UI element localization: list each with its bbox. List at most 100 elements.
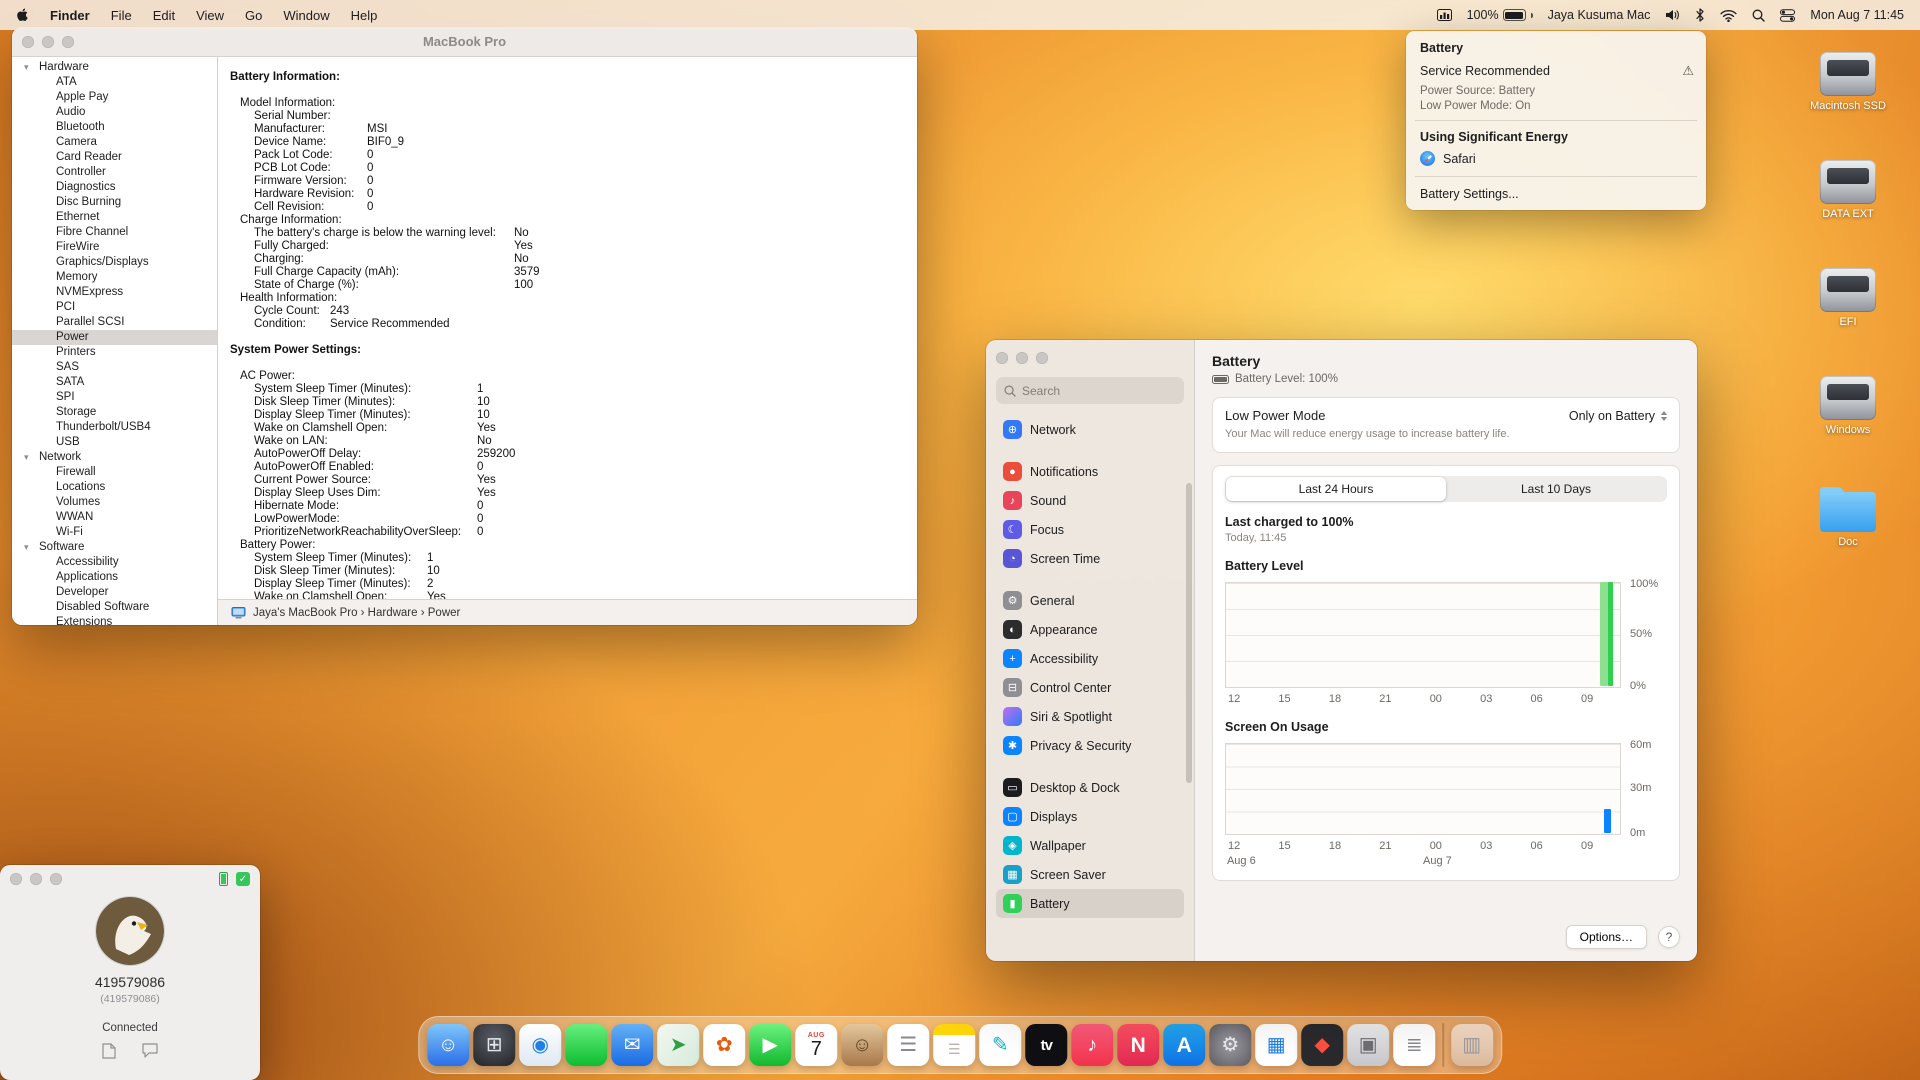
sysinfo-sidebar-item[interactable]: Power	[12, 330, 217, 345]
chat-icon[interactable]	[142, 1043, 158, 1059]
dock-app-icon[interactable]: A	[1163, 1024, 1205, 1066]
dock-app-icon[interactable]: ♪	[1071, 1024, 1113, 1066]
bluetooth-icon[interactable]	[1695, 8, 1705, 22]
settings-sidebar-item[interactable]: ◈ Wallpaper	[996, 831, 1184, 860]
battery-status[interactable]: 100%	[1467, 8, 1533, 22]
sysinfo-sidebar-item[interactable]: ATA	[12, 75, 217, 90]
volume-icon[interactable]	[1665, 9, 1680, 21]
dock-app-icon[interactable]: ☺	[841, 1024, 883, 1066]
sysinfo-sidebar-item[interactable]: Storage	[12, 405, 217, 420]
sysinfo-sidebar-item[interactable]: Volumes	[12, 495, 217, 510]
service-recommended-item[interactable]: Service Recommended ⚠	[1406, 62, 1706, 83]
zoom-button[interactable]	[50, 873, 62, 885]
sysinfo-sidebar-item[interactable]: NVMExpress	[12, 285, 217, 300]
search-icon[interactable]	[1752, 9, 1765, 22]
sysinfo-sidebar-item[interactable]: Audio	[12, 105, 217, 120]
dock-app-icon[interactable]: ▥	[1451, 1024, 1493, 1066]
dock-app-icon[interactable]: ☰	[887, 1024, 929, 1066]
menu-item[interactable]: Edit	[153, 8, 175, 23]
stats-icon[interactable]	[1437, 9, 1452, 21]
wifi-icon[interactable]	[1720, 9, 1737, 22]
menu-item[interactable]: Go	[245, 8, 262, 23]
menu-item[interactable]: Window	[283, 8, 329, 23]
clock[interactable]: Mon Aug 7 11:45	[1810, 8, 1904, 22]
settings-sidebar-item[interactable]: ◐ Appearance	[996, 615, 1184, 644]
sysinfo-sidebar-item[interactable]: Hardware	[12, 60, 217, 75]
dock-app-icon[interactable]: ◆	[1301, 1024, 1343, 1066]
help-button[interactable]: ?	[1658, 926, 1680, 948]
sysinfo-sidebar-item[interactable]: SAS	[12, 360, 217, 375]
sysinfo-sidebar-item[interactable]: Software	[12, 540, 217, 555]
sysinfo-sidebar-item[interactable]: Controller	[12, 165, 217, 180]
sysinfo-sidebar-item[interactable]: Network	[12, 450, 217, 465]
dock-app-icon[interactable]	[565, 1024, 607, 1066]
settings-sidebar-item[interactable]: ▭ Desktop & Dock	[996, 773, 1184, 802]
sysinfo-sidebar-item[interactable]: SATA	[12, 375, 217, 390]
close-button[interactable]	[996, 352, 1008, 364]
window-titlebar[interactable]: ✓	[0, 865, 260, 893]
sysinfo-sidebar-item[interactable]: Accessibility	[12, 555, 217, 570]
close-button[interactable]	[10, 873, 22, 885]
sysinfo-sidebar-item[interactable]: Disabled Software	[12, 600, 217, 615]
sysinfo-sidebar-item[interactable]: WWAN	[12, 510, 217, 525]
apple-menu-icon[interactable]	[16, 8, 29, 23]
desktop-icon[interactable]: Doc	[1820, 484, 1876, 548]
dock-app-icon[interactable]: ➤	[657, 1024, 699, 1066]
sidebar-scrollbar[interactable]	[1186, 483, 1192, 783]
window-titlebar[interactable]: MacBook Pro	[12, 27, 917, 57]
sysinfo-sidebar-item[interactable]: Firewall	[12, 465, 217, 480]
low-power-mode-popup[interactable]: Only on Battery	[1569, 409, 1667, 423]
sysinfo-sidebar-item[interactable]: Developer	[12, 585, 217, 600]
file-transfer-icon[interactable]	[102, 1043, 116, 1059]
dock-app-icon[interactable]: ▦	[1255, 1024, 1297, 1066]
options-button[interactable]: Options…	[1566, 925, 1647, 949]
sysinfo-sidebar-item[interactable]: Extensions	[12, 615, 217, 625]
user-account-menu[interactable]: Jaya Kusuma Mac	[1548, 8, 1651, 22]
dock-app-icon[interactable]: N	[1117, 1024, 1159, 1066]
minimize-button[interactable]	[30, 873, 42, 885]
sysinfo-sidebar-item[interactable]: Camera	[12, 135, 217, 150]
sysinfo-sidebar-item[interactable]: Apple Pay	[12, 90, 217, 105]
dock-app-icon[interactable]: tv	[1025, 1024, 1067, 1066]
settings-sidebar-item[interactable]: ♪ Sound	[996, 486, 1184, 515]
settings-sidebar-item[interactable]: ▮ Battery	[996, 889, 1184, 918]
sysinfo-sidebar-item[interactable]: Diagnostics	[12, 180, 217, 195]
sysinfo-sidebar-item[interactable]: Bluetooth	[12, 120, 217, 135]
settings-search[interactable]	[996, 377, 1184, 404]
dock-app-icon[interactable]: ✉	[611, 1024, 653, 1066]
sysinfo-sidebar-item[interactable]: Parallel SCSI	[12, 315, 217, 330]
active-app-menu[interactable]: Finder	[50, 8, 90, 23]
settings-sidebar-item[interactable]: + Accessibility	[996, 644, 1184, 673]
dock-app-icon[interactable]: ▣	[1347, 1024, 1389, 1066]
battery-settings-item[interactable]: Battery Settings...	[1406, 184, 1706, 201]
minimize-button[interactable]	[1016, 352, 1028, 364]
energy-app-item[interactable]: Safari	[1406, 149, 1706, 169]
time-range-tab[interactable]: Last 10 Days	[1446, 477, 1666, 501]
settings-sidebar-item[interactable]: ☾ Focus	[996, 515, 1184, 544]
settings-sidebar-item[interactable]: ✱ Privacy & Security	[996, 731, 1184, 760]
dock-app-icon[interactable]: ≣	[1393, 1024, 1435, 1066]
dock-app-icon[interactable]	[1442, 1023, 1444, 1067]
sysinfo-sidebar-item[interactable]: Memory	[12, 270, 217, 285]
menu-item[interactable]: View	[196, 8, 224, 23]
dock-app-icon[interactable]: ▶	[749, 1024, 791, 1066]
settings-sidebar-item[interactable]: ● Notifications	[996, 457, 1184, 486]
settings-sidebar-item[interactable]: ⊕ Network	[996, 415, 1184, 444]
desktop-icon[interactable]: Macintosh SSD	[1810, 52, 1886, 112]
desktop-icon[interactable]: EFI	[1820, 268, 1876, 328]
settings-sidebar-item[interactable]: ⚙ General	[996, 586, 1184, 615]
dock-app-icon[interactable]: ✎	[979, 1024, 1021, 1066]
settings-sidebar-item[interactable]: ◔ Screen Time	[996, 544, 1184, 573]
menu-item[interactable]: Help	[351, 8, 378, 23]
desktop-icon[interactable]: DATA EXT	[1820, 160, 1876, 220]
sysinfo-sidebar-item[interactable]: Ethernet	[12, 210, 217, 225]
sysinfo-sidebar-item[interactable]: Applications	[12, 570, 217, 585]
sysinfo-sidebar-item[interactable]: Printers	[12, 345, 217, 360]
search-input[interactable]	[1022, 384, 1152, 398]
sysinfo-sidebar-item[interactable]: USB	[12, 435, 217, 450]
dock-app-icon[interactable]: ⊞	[473, 1024, 515, 1066]
settings-sidebar-item[interactable]: ▦ Screen Saver	[996, 860, 1184, 889]
sysinfo-sidebar-item[interactable]: Card Reader	[12, 150, 217, 165]
dock-app-icon[interactable]: AUG 7	[795, 1024, 837, 1066]
dock-app-icon[interactable]: ☺	[427, 1024, 469, 1066]
